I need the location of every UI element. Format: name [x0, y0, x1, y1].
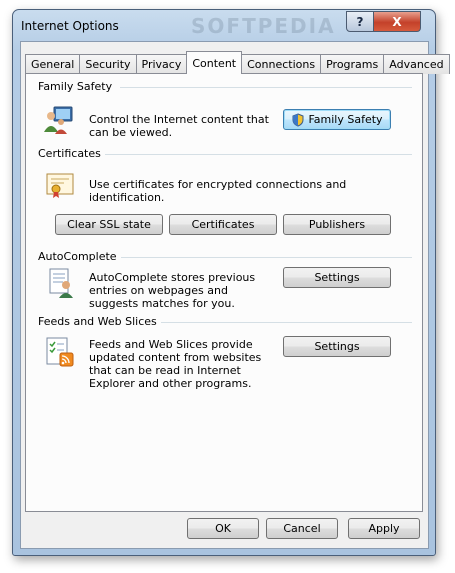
close-icon: X: [392, 14, 402, 29]
family-safety-button-label: Family Safety: [308, 113, 383, 126]
help-button[interactable]: ?: [346, 11, 374, 32]
clear-ssl-state-label: Clear SSL state: [67, 218, 151, 231]
feeds-description: Feeds and Web Slices provide updated con…: [89, 338, 262, 390]
certificate-icon: [46, 173, 74, 198]
tab-advanced[interactable]: Advanced: [383, 54, 450, 74]
family-safety-button[interactable]: Family Safety: [283, 109, 391, 130]
publishers-button-label: Publishers: [308, 218, 366, 231]
family-safety-icon: [44, 106, 73, 134]
tab-content[interactable]: Content: [186, 51, 243, 74]
tab-programs[interactable]: Programs: [320, 54, 385, 74]
publishers-button[interactable]: Publishers: [283, 214, 391, 235]
autocomplete-divider: [108, 257, 412, 258]
apply-label: Apply: [368, 522, 400, 535]
cancel-button[interactable]: Cancel: [266, 518, 338, 539]
clear-ssl-state-button[interactable]: Clear SSL state: [55, 214, 163, 235]
certificates-description: Use certificates for encrypted connectio…: [89, 178, 347, 204]
tab-strip: General Security Privacy Content Connect…: [25, 51, 450, 74]
tab-general[interactable]: General: [25, 54, 81, 74]
apply-button[interactable]: Apply: [348, 518, 420, 539]
ok-label: OK: [215, 522, 231, 535]
shield-icon: [292, 112, 304, 127]
cancel-label: Cancel: [283, 522, 321, 535]
close-button[interactable]: X: [373, 11, 421, 32]
window-title: Internet Options: [21, 19, 119, 33]
help-icon: ?: [356, 14, 364, 29]
autocomplete-icon: [49, 268, 73, 298]
autocomplete-settings-button[interactable]: Settings: [283, 267, 391, 288]
feeds-divider: [146, 322, 412, 323]
certificates-button[interactable]: Certificates: [169, 214, 277, 235]
feeds-icon: [46, 337, 74, 367]
family-safety-divider: [120, 87, 412, 88]
title-bar[interactable]: Internet Options SOFTPEDIA ? X: [13, 10, 435, 40]
tab-privacy[interactable]: Privacy: [135, 54, 188, 74]
autocomplete-settings-label: Settings: [314, 271, 360, 284]
tab-connections[interactable]: Connections: [241, 54, 322, 74]
feeds-settings-label: Settings: [314, 340, 360, 353]
internet-options-window: Internet Options SOFTPEDIA ? X General S…: [12, 9, 450, 556]
family-safety-description: Control the Internet content that can be…: [89, 113, 269, 139]
feeds-settings-button[interactable]: Settings: [283, 336, 391, 357]
watermark: SOFTPEDIA: [191, 14, 336, 38]
ok-button[interactable]: OK: [187, 518, 259, 539]
autocomplete-heading: AutoComplete: [38, 250, 121, 263]
dialog-client-area: General Security Privacy Content Connect…: [20, 41, 450, 549]
autocomplete-description: AutoComplete stores previous entries on …: [89, 271, 256, 310]
certificates-divider: [104, 154, 412, 155]
certificates-button-label: Certificates: [191, 218, 255, 231]
family-safety-heading: Family Safety: [38, 80, 117, 93]
feeds-heading: Feeds and Web Slices: [38, 315, 161, 328]
tab-security[interactable]: Security: [79, 54, 137, 74]
certificates-heading: Certificates: [38, 147, 105, 160]
content-tab-panel: Family Safety Control the Internet conte…: [25, 73, 423, 512]
